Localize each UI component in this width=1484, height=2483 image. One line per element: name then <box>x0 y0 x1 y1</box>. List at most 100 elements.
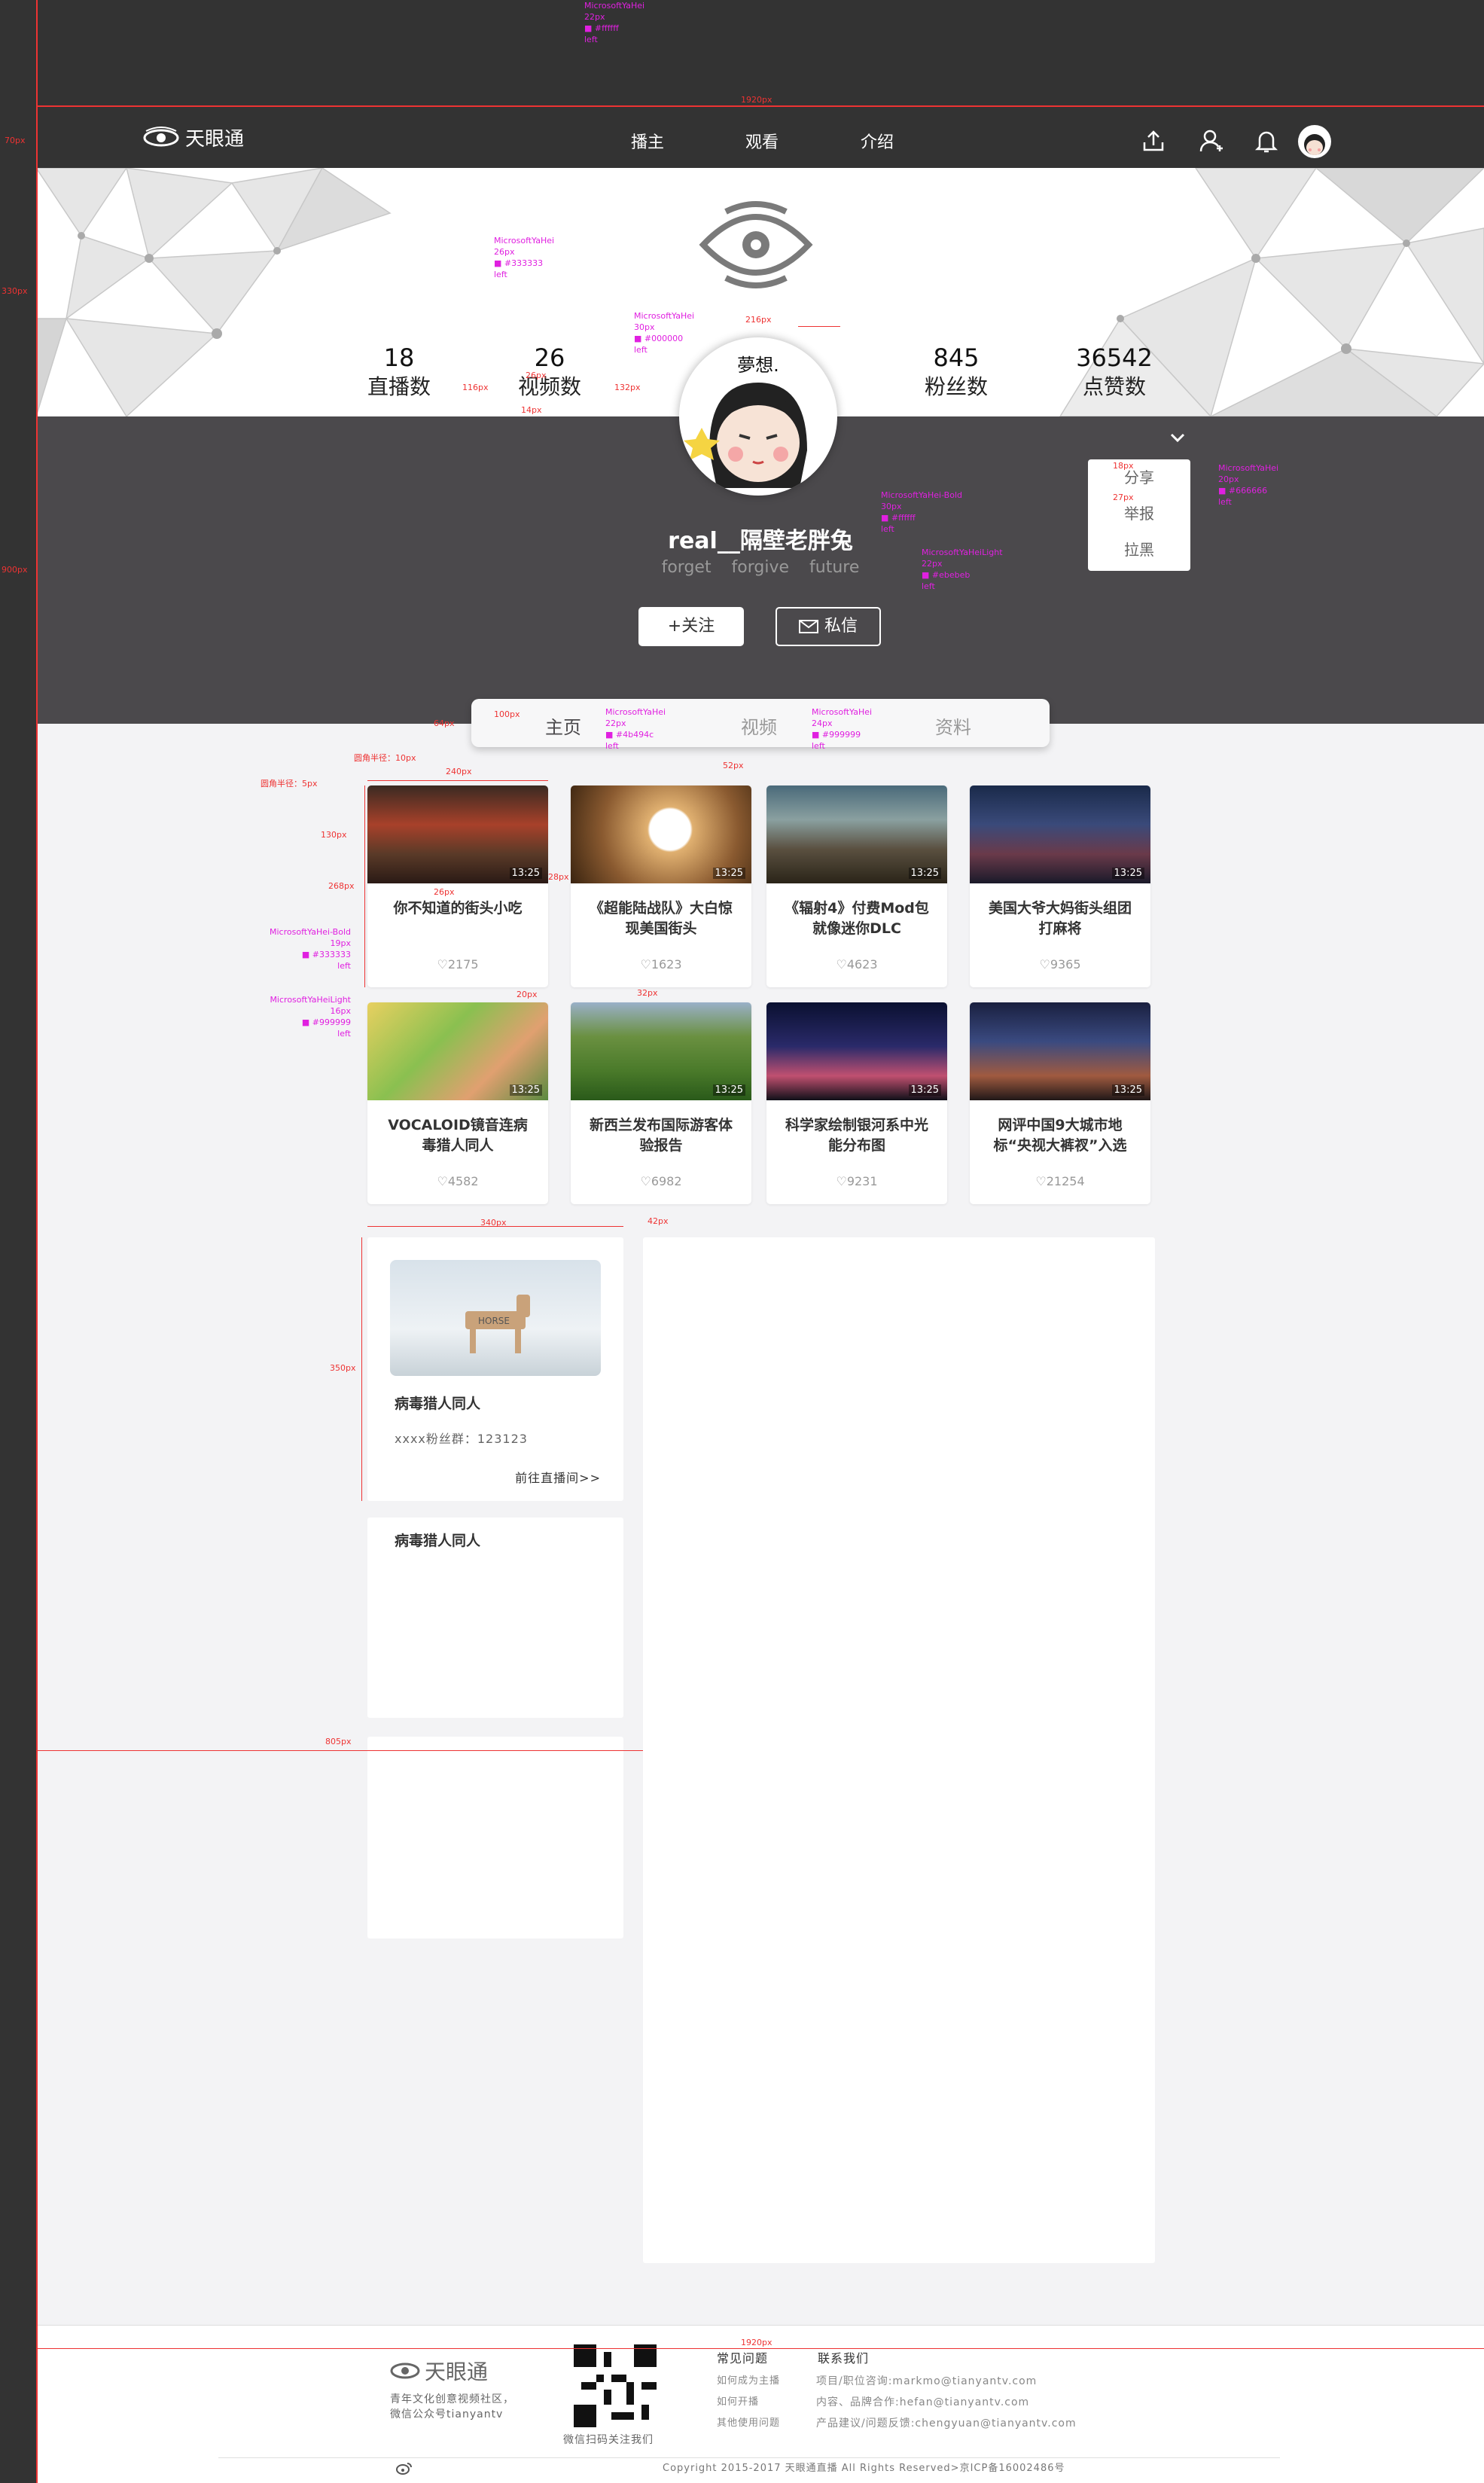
footer-logo[interactable]: 天眼通 <box>390 2356 488 2386</box>
eye-logo-icon <box>390 2363 420 2379</box>
spec-label: 26px <box>526 371 547 380</box>
spec-label: 805px <box>325 1737 352 1746</box>
spec-label: 130px <box>321 830 347 840</box>
video-card[interactable]: 13:25 你不知道的街头小吃 ♡2175 <box>367 785 548 987</box>
spec-label: 216px <box>745 315 772 325</box>
brand-logo[interactable]: 天眼通 <box>143 124 244 151</box>
spec-label: 900px <box>2 565 28 575</box>
menu-item-report[interactable]: 举报 <box>1088 496 1190 532</box>
follow-button[interactable]: +关注 <box>638 607 744 646</box>
eye-logo-icon <box>143 126 179 146</box>
message-label: 私信 <box>824 617 858 636</box>
font-annotation: MicrosoftYaHei-Bold 30px ■ #ffffff left <box>881 490 962 534</box>
video-likes: ♡4623 <box>836 957 878 972</box>
spec-label: 20px <box>517 990 538 999</box>
profile-motto: forget forgive future <box>661 558 860 577</box>
spec-label: 268px <box>328 881 355 891</box>
video-likes: ♡6982 <box>640 1174 682 1188</box>
spec-line <box>36 2348 1484 2349</box>
menu-item-block[interactable]: 拉黑 <box>1088 532 1190 568</box>
nav-link-about[interactable]: 介绍 <box>861 129 894 153</box>
main-content-panel <box>643 1237 1155 2263</box>
nav-link-anchors[interactable]: 播主 <box>631 129 664 153</box>
video-card[interactable]: 13:25 《辐射4》付费Mod包就像迷你DLC ♡4623 <box>766 785 947 987</box>
tab-videos[interactable]: 视频 <box>741 712 777 739</box>
live-room-image[interactable]: HORSE <box>390 1260 601 1376</box>
live-room-image-text: HORSE <box>478 1316 510 1326</box>
contact-line: 内容、品牌合作:hefan@tianyantv.com <box>816 2396 1030 2408</box>
chevron-down-icon[interactable] <box>1169 432 1187 444</box>
font-annotation: MicrosoftYaHei 24px ■ #999999 left <box>812 707 873 751</box>
spec-line <box>364 785 365 987</box>
live-room-link[interactable]: 前往直播间>> <box>515 1468 601 1486</box>
svg-text:夢想.: 夢想. <box>737 355 779 376</box>
video-card[interactable]: 13:25 《超能陆战队》大白惊现美国街头 ♡1623 <box>571 785 751 987</box>
spec-label: 圆角半径：5px <box>261 779 318 789</box>
spec-line <box>36 1750 643 1751</box>
contact-line: 项目/职位咨询:markmo@tianyantv.com <box>816 2375 1038 2387</box>
video-title: 美国大爷大妈街头组团打麻将 <box>988 900 1132 937</box>
video-title: VOCALOID镜音连病毒猎人同人 <box>388 1117 528 1154</box>
menu-item-share[interactable]: 分享 <box>1088 459 1190 496</box>
profile-username: real__隔壁老胖兔 <box>668 528 853 554</box>
spec-label: 圆角半径：10px <box>354 753 416 763</box>
spec-line <box>367 1226 623 1227</box>
eye-emblem-icon <box>699 201 813 288</box>
stat-fans: 845 粉丝数 <box>924 343 988 399</box>
spec-line <box>36 0 38 2483</box>
bell-icon[interactable] <box>1251 126 1281 156</box>
video-likes: ♡9231 <box>836 1174 878 1188</box>
spec-line <box>367 780 548 781</box>
video-title: 《超能陆战队》大白惊现美国街头 <box>589 900 733 937</box>
font-annotation: MicrosoftYaHei 22px ■ #ffffff left <box>584 1 645 44</box>
video-likes: ♡2175 <box>437 957 479 972</box>
profile-tabs: 主页 视频 资料 <box>471 699 1050 747</box>
message-button[interactable]: 私信 <box>776 607 881 646</box>
upload-icon[interactable] <box>1138 126 1169 156</box>
video-card[interactable]: 13:25 VOCALOID镜音连病毒猎人同人 ♡4582 <box>367 1002 548 1204</box>
font-annotation: MicrosoftYaHei 26px ■ #333333 left <box>494 236 555 279</box>
spec-label: 64px <box>434 718 455 728</box>
weibo-icon[interactable] <box>396 2461 413 2475</box>
video-title: 科学家绘制银河系中光能分布图 <box>785 1117 928 1154</box>
live-room-card: HORSE 病毒猎人同人 xxxx粉丝群：123123 前往直播间>> <box>367 1237 623 1501</box>
video-likes: ♡4582 <box>437 1174 479 1188</box>
spec-label: 27px <box>1113 493 1134 502</box>
video-likes: ♡9365 <box>1039 957 1081 972</box>
footer-slogan: 青年文化创意视频社区， 微信公众号tianyantv <box>390 2393 514 2420</box>
faq-link[interactable]: 如何成为主播 <box>717 2371 780 2392</box>
video-card[interactable]: 13:25 科学家绘制银河系中光能分布图 ♡9231 <box>766 1002 947 1204</box>
video-likes: ♡21254 <box>1035 1174 1085 1188</box>
video-card[interactable]: 13:25 新西兰发布国际游客体验报告 ♡6982 <box>571 1002 751 1204</box>
video-card[interactable]: 13:25 美国大爷大妈街头组团打麻将 ♡9365 <box>970 785 1150 987</box>
spec-label: 70px <box>5 136 26 145</box>
footer-brand: 天眼通 <box>425 2359 489 2384</box>
avatar[interactable] <box>1298 125 1331 158</box>
video-card[interactable]: 13:25 网评中国9大城市地标“央视大裤衩”入选 ♡21254 <box>970 1002 1150 1204</box>
faq-link[interactable]: 如何开播 <box>717 2392 780 2413</box>
nav-link-watch[interactable]: 观看 <box>745 129 779 153</box>
spec-label: 52px <box>723 761 744 770</box>
spec-label: 240px <box>446 767 472 776</box>
faq-link[interactable]: 其他使用问题 <box>717 2413 780 2434</box>
tab-info[interactable]: 资料 <box>935 712 971 739</box>
profile-avatar[interactable]: 夢想. <box>679 337 837 496</box>
user-icon[interactable] <box>1196 126 1226 156</box>
video-thumbnail: 13:25 <box>367 1002 548 1100</box>
contact-title: 联系我们 <box>818 2351 870 2366</box>
qr-code-icon <box>574 2344 657 2427</box>
spec-label: 14px <box>521 405 542 415</box>
spec-line <box>798 326 840 327</box>
spec-label: 1920px <box>741 2338 772 2347</box>
tab-home[interactable]: 主页 <box>545 712 581 739</box>
faq-links: 如何成为主播 如何开播 其他使用问题 <box>717 2371 780 2434</box>
video-thumbnail: 13:25 <box>766 1002 947 1100</box>
font-annotation: MicrosoftYaHei-Bold 19px ■ #333333 left <box>270 927 351 971</box>
spec-label: 116px <box>462 383 489 392</box>
spec-line <box>361 1237 362 1501</box>
mail-icon <box>798 620 818 633</box>
contact-list: 项目/职位咨询:markmo@tianyantv.com 内容、品牌合作:hef… <box>816 2371 1077 2434</box>
spec-label: 350px <box>330 1363 356 1373</box>
qr-caption: 微信扫码关注我们 <box>563 2434 654 2446</box>
stat-likes: 36542 点赞数 <box>1076 343 1153 399</box>
